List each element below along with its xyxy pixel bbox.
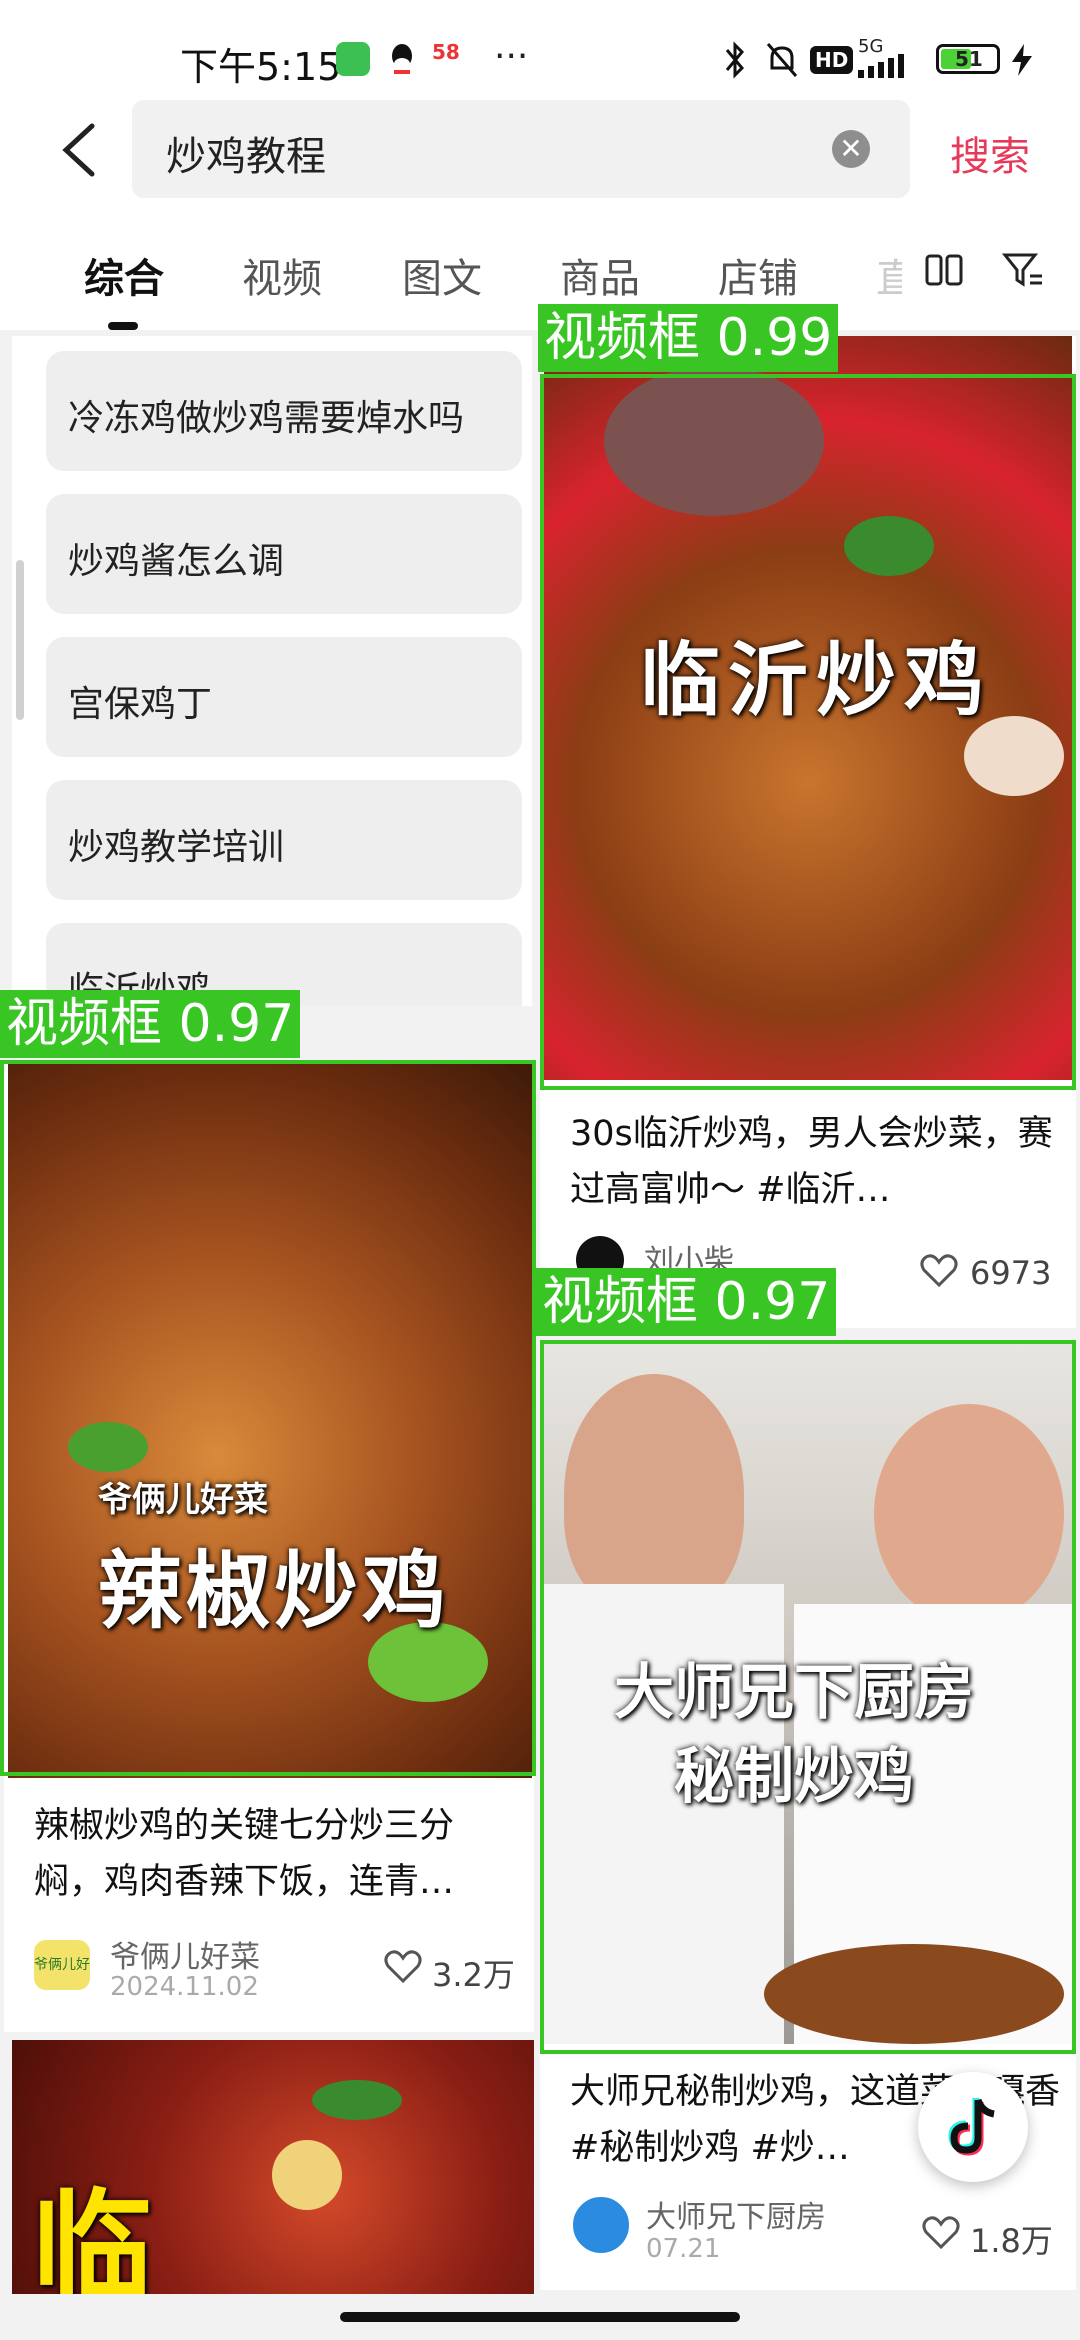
bluetooth-icon <box>722 40 748 84</box>
like-count: 3.2万 <box>432 1956 515 1994</box>
video-card[interactable]: 临 <box>12 2040 534 2294</box>
layout-toggle-icon[interactable] <box>924 250 964 294</box>
like-count: 6973 <box>970 1254 1052 1292</box>
detection-box <box>540 374 1076 1090</box>
like-count: 1.8万 <box>970 2222 1053 2260</box>
status-time: 下午5:15 <box>180 45 342 89</box>
avatar <box>570 2194 632 2256</box>
clear-icon[interactable]: ✕ <box>832 130 870 168</box>
thumbnail-caption: 临 <box>32 2179 152 2294</box>
author-name[interactable]: 大师兄下厨房 <box>646 2192 826 2236</box>
detection-label: 视频框 0.99 <box>538 304 839 372</box>
search-query: 炒鸡教程 <box>166 134 326 180</box>
tab-comprehensive[interactable]: 综合 <box>84 246 164 304</box>
back-icon[interactable] <box>52 120 112 180</box>
tab-live[interactable]: 直 <box>876 246 902 304</box>
tab-image-text[interactable]: 图文 <box>402 246 482 304</box>
detection-label: 视频框 0.97 <box>536 1268 837 1336</box>
avatar: 爷俩儿好菜 <box>34 1940 90 1990</box>
video-title: 30s临沂炒鸡，男人会炒菜，赛过高富帅～ #临沂… <box>570 1114 1053 1210</box>
hd-icon: HD <box>810 46 854 74</box>
tab-products[interactable]: 商品 <box>560 246 640 304</box>
more-notifications-icon: ··· <box>494 36 529 77</box>
filter-icon[interactable] <box>1001 250 1046 294</box>
search-button[interactable]: 搜索 <box>950 124 1030 182</box>
suggestion-item[interactable]: 宫保鸡丁 <box>46 637 522 757</box>
author-name[interactable]: 爷俩儿好菜 <box>110 1932 260 1976</box>
suggestion-item[interactable]: 冷冻鸡做炒鸡需要焯水吗 <box>46 351 522 471</box>
status-bar: 下午5:15 58 ··· HD 5G 51 <box>0 0 1080 100</box>
detection-box <box>0 1060 536 1776</box>
heart-icon[interactable] <box>922 2216 960 2254</box>
suggestion-label: 炒鸡教学培训 <box>68 827 285 868</box>
mute-icon <box>764 40 800 84</box>
tab-indicator <box>108 322 138 330</box>
detection-label: 视频框 0.97 <box>0 990 301 1058</box>
battery-icon: 51 <box>936 44 1000 74</box>
scrollbar[interactable] <box>16 560 24 720</box>
tab-shops[interactable]: 店铺 <box>718 246 798 304</box>
charging-icon <box>1010 44 1034 80</box>
suggestion-label: 宫保鸡丁 <box>68 684 213 725</box>
tab-video[interactable]: 视频 <box>242 246 322 304</box>
search-input[interactable]: 炒鸡教程 ✕ <box>132 100 910 198</box>
signal-icon <box>858 52 928 84</box>
suggestion-item[interactable]: 炒鸡酱怎么调 <box>46 494 522 614</box>
post-date: 2024.11.02 <box>110 1972 259 2002</box>
douyin-icon <box>948 2096 1000 2162</box>
wechat-icon <box>336 42 370 76</box>
suggestion-label: 炒鸡酱怎么调 <box>68 541 285 582</box>
qq-icon <box>388 42 416 76</box>
home-indicator[interactable] <box>340 2312 740 2322</box>
heart-icon[interactable] <box>920 1254 958 1292</box>
suggestion-item[interactable]: 炒鸡教学培训 <box>46 780 522 900</box>
battery-level: 51 <box>955 47 983 71</box>
related-searches-panel: 冷冻鸡做炒鸡需要焯水吗 炒鸡酱怎么调 宫保鸡丁 炒鸡教学培训 临沂炒鸡 <box>12 336 532 1006</box>
suggestion-label: 冷冻鸡做炒鸡需要焯水吗 <box>68 398 465 439</box>
58-app-icon: 58 <box>432 40 460 64</box>
douyin-float-button[interactable] <box>918 2072 1028 2182</box>
post-date: 07.21 <box>646 2234 721 2264</box>
heart-icon[interactable] <box>384 1950 422 1988</box>
video-title: 辣椒炒鸡的关键七分炒三分焖，鸡肉香辣下饭，连青… <box>34 1806 455 1902</box>
detection-box <box>540 1340 1076 2054</box>
video-thumbnail: 临 <box>12 2040 534 2294</box>
